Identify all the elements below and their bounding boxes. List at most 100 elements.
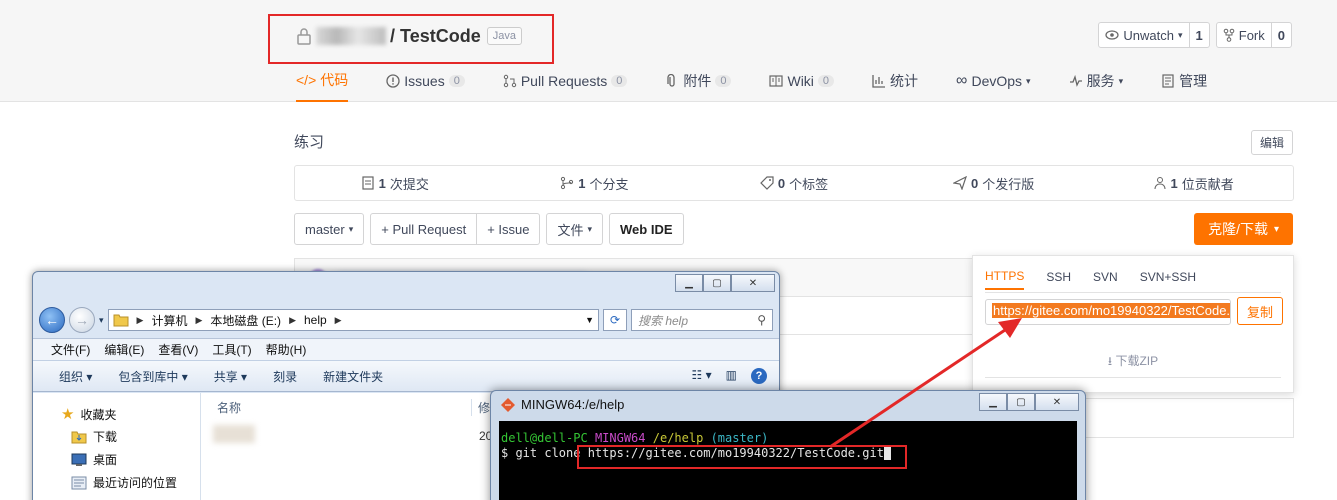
tab-code[interactable]: </> 代码	[296, 66, 349, 102]
file-menu-button[interactable]: 文件 ▾	[546, 213, 604, 245]
tab-label: 代码	[320, 72, 349, 88]
help-icon[interactable]: ?	[751, 368, 767, 384]
close-button[interactable]: ✕	[731, 274, 775, 292]
menu-view[interactable]: 查看(V)	[158, 341, 198, 358]
tag-icon	[760, 176, 774, 190]
stat-releases[interactable]: 0 个发行版	[894, 174, 1094, 193]
watch-button[interactable]: Unwatch ▾	[1099, 23, 1188, 47]
watch-button-group[interactable]: Unwatch ▾ 1	[1098, 22, 1210, 48]
stat-tags[interactable]: 0 个标签	[694, 174, 894, 193]
history-dropdown-icon[interactable]: ▾	[99, 315, 104, 326]
minimize-button[interactable]: ▁	[979, 393, 1007, 411]
stat-count: 1	[578, 175, 586, 191]
terminal-output[interactable]: dell@dell-PC MINGW64 /e/help (master) $ …	[499, 421, 1077, 500]
menu-file[interactable]: 文件(F)	[51, 341, 90, 358]
clone-tab-svn[interactable]: SVN	[1093, 264, 1118, 290]
folder-icon	[113, 314, 129, 327]
clone-url-input[interactable]: https://gitee.com/mo19940322/TestCode.gi…	[985, 299, 1231, 325]
tab-attachments[interactable]: 附件 0	[665, 66, 732, 96]
text-cursor	[883, 447, 891, 460]
include-in-library-button[interactable]: 包含到库中 ▾	[118, 368, 187, 385]
tab-wiki[interactable]: Wiki 0	[769, 66, 835, 96]
menu-edit[interactable]: 编辑(E)	[104, 341, 144, 358]
fork-button-group[interactable]: Fork 0	[1215, 22, 1292, 48]
path-segment[interactable]: help	[304, 313, 327, 327]
chevron-right-icon: ▶	[195, 314, 203, 325]
maximize-button[interactable]: ▢	[703, 274, 731, 292]
copy-url-button[interactable]: 复制	[1237, 297, 1283, 325]
code-icon: </>	[296, 72, 317, 88]
file-item-blurred[interactable]	[213, 425, 255, 443]
stat-label: 个发行版	[982, 176, 1035, 192]
tab-pull-requests[interactable]: Pull Requests 0	[503, 66, 628, 96]
stat-branches[interactable]: 1 个分支	[495, 174, 695, 193]
fork-button[interactable]: Fork	[1217, 23, 1271, 47]
nav-downloads[interactable]: 下载	[71, 428, 117, 445]
branch-select[interactable]: master ▾	[294, 213, 365, 245]
web-ide-button[interactable]: Web IDE	[609, 213, 684, 245]
nav-recent-places[interactable]: 最近访问的位置	[71, 474, 177, 491]
clone-tab-svn-ssh[interactable]: SVN+SSH	[1140, 264, 1196, 290]
tab-services[interactable]: 服务 ▾	[1069, 66, 1124, 96]
clone-tab-ssh[interactable]: SSH	[1046, 264, 1071, 290]
menu-bar: 文件(F) 编辑(E) 查看(V) 工具(T) 帮助(H)	[33, 338, 779, 360]
forward-button[interactable]: →	[69, 307, 95, 333]
stat-commits[interactable]: 1 次提交	[295, 174, 495, 193]
fork-count[interactable]: 0	[1270, 23, 1291, 47]
nav-desktop[interactable]: 桌面	[71, 451, 117, 468]
address-bar[interactable]: ▶ 计算机 ▶ 本地磁盘 (E:) ▶ help ▶ ▼	[107, 309, 599, 331]
view-options-icon[interactable]: ☷ ▾	[692, 368, 712, 384]
tab-manage[interactable]: 管理	[1161, 66, 1207, 96]
file-menu-label: 文件	[557, 222, 584, 238]
search-icon: ⚲	[757, 313, 766, 327]
contributors-icon	[1154, 177, 1166, 190]
tab-statistics[interactable]: 统计	[872, 66, 918, 96]
tab-label: Pull Requests	[520, 73, 608, 89]
minimize-button[interactable]: ▁	[675, 274, 703, 292]
repo-stats-bar: 1 次提交 1 个分支 0 个标签 0 个发行版 1 位贡献者	[294, 165, 1294, 201]
nav-label: 桌面	[93, 453, 118, 467]
edit-description-button[interactable]: 编辑	[1250, 130, 1293, 155]
tab-label: 服务	[1086, 73, 1115, 89]
chevron-right-icon: ▶	[289, 314, 296, 325]
watch-count[interactable]: 1	[1188, 23, 1209, 47]
column-header-modified[interactable]: 修	[471, 399, 490, 416]
preview-pane-icon[interactable]: ▥	[726, 368, 737, 384]
menu-tools[interactable]: 工具(T)	[212, 341, 251, 358]
burn-button[interactable]: 刻录	[273, 368, 297, 385]
clone-download-button[interactable]: 克隆/下载 ▾	[1194, 213, 1293, 245]
tab-devops[interactable]: ∞ DevOps ▾	[956, 66, 1031, 96]
column-header-name[interactable]: 名称	[217, 399, 241, 416]
organize-button[interactable]: 组织 ▾	[59, 368, 92, 385]
back-button[interactable]: ←	[39, 307, 65, 333]
search-input[interactable]: 搜索 help ⚲	[631, 309, 773, 331]
close-button[interactable]: ✕	[1035, 393, 1079, 411]
path-segment[interactable]: 本地磁盘 (E:)	[210, 312, 281, 329]
chevron-right-icon: ▶	[334, 314, 342, 325]
pulse-icon	[1069, 74, 1082, 87]
maximize-button[interactable]: ▢	[1007, 393, 1035, 411]
nav-favorites[interactable]: ★ 收藏夹	[61, 405, 116, 423]
caret-down-icon: ▾	[1026, 75, 1031, 86]
new-folder-button[interactable]: 新建文件夹	[323, 368, 383, 385]
navigation-pane: ★ 收藏夹 下载 桌面 最近访问的位置	[33, 393, 201, 500]
tab-issues[interactable]: Issues 0	[386, 66, 465, 96]
path-segment[interactable]: 计算机	[151, 312, 187, 329]
clone-tab-https[interactable]: HTTPS	[985, 264, 1025, 290]
share-button[interactable]: 共享 ▾	[214, 368, 247, 385]
nav-label: 收藏夹	[80, 407, 117, 422]
new-issue-button[interactable]: + Issue	[477, 213, 541, 245]
chevron-right-icon: ▶	[136, 314, 144, 325]
repo-header: / TestCode Java Unwatch ▾ 1 Fork 0 </> 代…	[0, 0, 1337, 102]
caret-down-icon: ▾	[1118, 75, 1124, 86]
window-controls: ▁ ▢ ✕	[675, 274, 775, 292]
download-zip-link[interactable]: ⭳ 下载ZIP	[973, 352, 1293, 373]
view-controls: ☷ ▾ ▥ ?	[692, 368, 767, 384]
title-annotation-box	[268, 14, 554, 64]
new-pull-request-button[interactable]: + Pull Request	[370, 213, 478, 245]
command-line: $ git clone https://gitee.com/mo19940322…	[501, 446, 1075, 461]
stat-contributors[interactable]: 1 位贡献者	[1093, 174, 1293, 193]
menu-help[interactable]: 帮助(H)	[266, 341, 307, 358]
refresh-button[interactable]: ⟳	[603, 309, 627, 331]
address-dropdown-icon[interactable]: ▼	[585, 315, 598, 325]
